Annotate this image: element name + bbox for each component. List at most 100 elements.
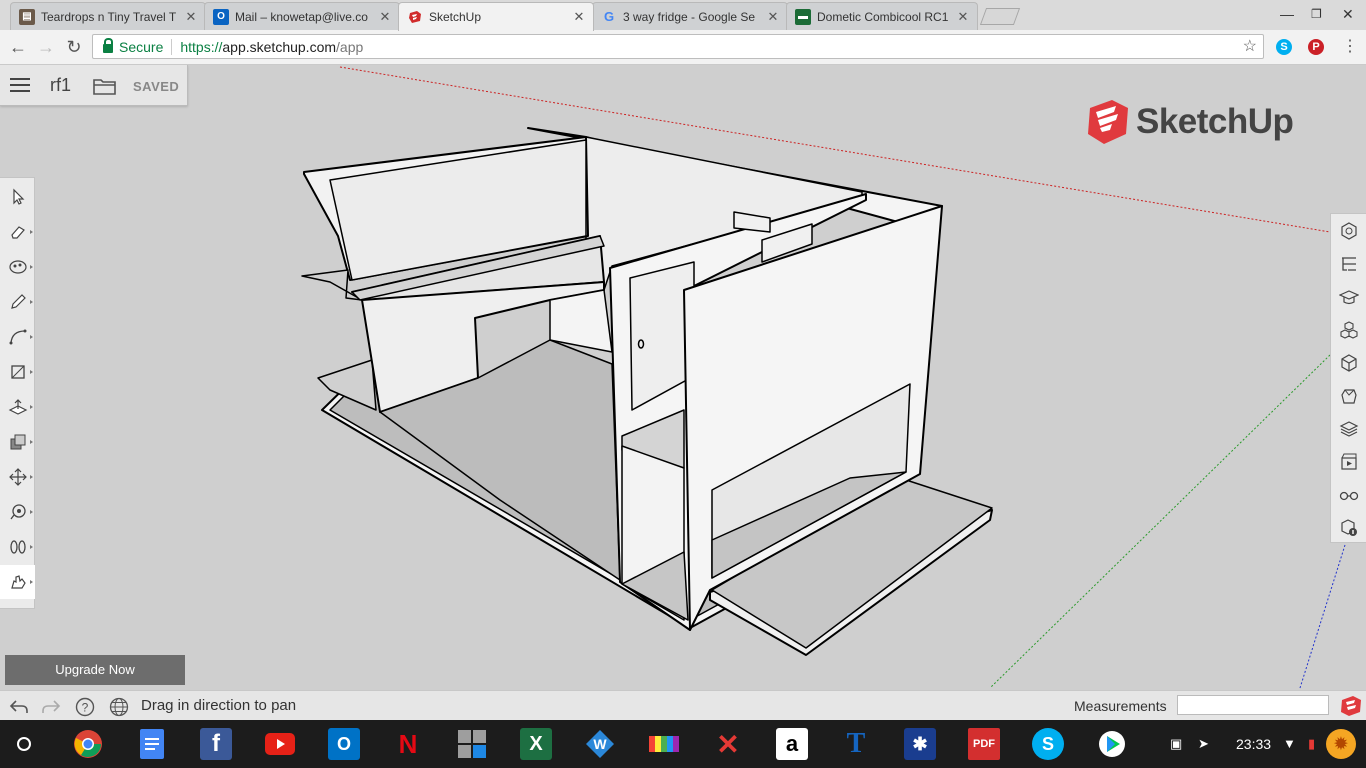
color-bars-icon[interactable] bbox=[648, 728, 680, 760]
status-hint: Drag in direction to pan bbox=[141, 697, 297, 714]
snowflake-app-icon[interactable]: ✱ bbox=[904, 728, 936, 760]
google-favicon-icon: G bbox=[603, 9, 615, 24]
google-docs-icon[interactable] bbox=[136, 728, 168, 760]
cast-tray-icon[interactable]: ➤ bbox=[1198, 736, 1209, 752]
back-icon[interactable]: ← bbox=[8, 37, 28, 57]
wunderlist-icon[interactable]: W bbox=[584, 728, 616, 760]
skype-icon[interactable]: S bbox=[1032, 728, 1064, 760]
instructor-icon bbox=[1339, 289, 1359, 304]
tab-google[interactable]: G 3 way fridge - Google Se ✕ bbox=[592, 2, 788, 30]
reload-icon[interactable]: ↻ bbox=[64, 37, 84, 57]
pan-tool[interactable] bbox=[0, 565, 35, 599]
select-tool[interactable] bbox=[0, 180, 35, 214]
close-tab-icon[interactable]: ✕ bbox=[183, 9, 199, 25]
layers-button[interactable] bbox=[1331, 412, 1366, 445]
youtube-icon[interactable] bbox=[264, 728, 296, 760]
tab-mail[interactable]: O Mail – knowetap@live.co ✕ bbox=[204, 2, 400, 30]
restore-icon[interactable]: ❐ bbox=[1311, 7, 1322, 21]
url-host: app.sketchup.com bbox=[222, 38, 337, 55]
excel-icon[interactable]: X bbox=[520, 728, 552, 760]
pdf-icon[interactable]: PDF bbox=[968, 728, 1000, 760]
push-pull-tool[interactable] bbox=[0, 390, 35, 424]
right-panel-palette bbox=[1330, 213, 1366, 543]
display-button[interactable] bbox=[1331, 478, 1366, 511]
offset-tool[interactable] bbox=[0, 425, 35, 459]
browser-toolbar: ← → ↻ Secure https:// app.sketchup.com /… bbox=[0, 30, 1366, 65]
skype-extension-icon[interactable]: S bbox=[1276, 39, 1292, 55]
folder-icon[interactable] bbox=[93, 76, 117, 101]
move-tool[interactable] bbox=[0, 460, 35, 494]
launcher-icon[interactable] bbox=[8, 728, 40, 760]
clock[interactable]: 23:33 bbox=[1236, 736, 1271, 752]
pan-icon bbox=[10, 575, 26, 589]
eraser-tool[interactable] bbox=[0, 215, 35, 249]
tab-sketchup[interactable]: SketchUp ✕ bbox=[398, 2, 594, 31]
entity-info-button[interactable] bbox=[1331, 214, 1366, 247]
minimize-icon[interactable]: — bbox=[1280, 6, 1294, 22]
user-avatar-icon[interactable]: ✹ bbox=[1326, 729, 1356, 759]
line-tool[interactable] bbox=[0, 285, 35, 319]
bookmark-star-icon[interactable]: ☆ bbox=[1243, 36, 1257, 56]
undo-icon[interactable] bbox=[8, 696, 30, 718]
materials-icon bbox=[1341, 353, 1357, 372]
wifi-icon[interactable]: ▼ bbox=[1283, 736, 1296, 751]
upgrade-now-button[interactable]: Upgrade Now bbox=[5, 655, 185, 685]
outliner-button[interactable] bbox=[1331, 247, 1366, 280]
tape-measure-tool[interactable] bbox=[0, 495, 35, 529]
close-tab-icon[interactable]: ✕ bbox=[765, 9, 781, 25]
styles-button[interactable] bbox=[1331, 379, 1366, 412]
tab-title: SketchUp bbox=[429, 10, 482, 24]
components-button[interactable] bbox=[1331, 313, 1366, 346]
measurements-input[interactable] bbox=[1177, 695, 1329, 715]
new-tab-button[interactable] bbox=[979, 8, 1021, 25]
chrome-menu-icon[interactable]: ⋮ bbox=[1340, 37, 1360, 57]
url-scheme: https:// bbox=[180, 38, 223, 55]
close-window-icon[interactable]: ✕ bbox=[1342, 6, 1354, 23]
model-info-icon bbox=[1341, 518, 1357, 536]
close-tab-icon[interactable]: ✕ bbox=[955, 9, 971, 25]
scenes-button[interactable] bbox=[1331, 445, 1366, 478]
paint-bucket-tool[interactable] bbox=[0, 250, 35, 284]
address-bar[interactable]: Secure https:// app.sketchup.com /app ☆ bbox=[92, 34, 1264, 59]
rectangle-tool[interactable] bbox=[0, 355, 35, 389]
pinterest-extension-icon[interactable]: P bbox=[1308, 39, 1324, 55]
battery-icon[interactable]: ▮ bbox=[1308, 736, 1315, 752]
instructor-button[interactable] bbox=[1331, 280, 1366, 313]
model-info-button[interactable] bbox=[1331, 511, 1366, 544]
divider bbox=[171, 38, 173, 55]
tab-strip: ▤ Teardrops n Tiny Travel T ✕ O Mail – k… bbox=[0, 0, 1366, 31]
3d-model-canvas[interactable] bbox=[0, 65, 1366, 690]
sketchup-favicon-icon bbox=[407, 9, 423, 25]
pencil-line-icon bbox=[10, 294, 26, 309]
red-app-icon[interactable]: ✕ bbox=[712, 728, 744, 760]
entity-info-icon bbox=[1341, 221, 1357, 240]
chrome-icon[interactable] bbox=[72, 728, 104, 760]
walk-icon bbox=[9, 540, 26, 554]
outlook-icon[interactable]: O bbox=[328, 728, 360, 760]
globe-icon[interactable] bbox=[108, 696, 130, 718]
close-tab-icon[interactable]: ✕ bbox=[571, 9, 587, 25]
walk-tool[interactable] bbox=[0, 530, 35, 564]
amazon-icon[interactable]: a bbox=[776, 728, 808, 760]
arc-tool[interactable] bbox=[0, 320, 35, 354]
push-pull-icon bbox=[8, 399, 27, 415]
svg-text:W: W bbox=[593, 736, 607, 752]
help-icon[interactable]: ? bbox=[74, 696, 96, 718]
forward-icon[interactable]: → bbox=[36, 37, 56, 57]
tab-teardrops[interactable]: ▤ Teardrops n Tiny Travel T ✕ bbox=[10, 2, 206, 30]
screenshot-tray-icon[interactable]: ▣ bbox=[1170, 736, 1182, 752]
t-app-icon[interactable]: T bbox=[840, 728, 872, 760]
close-tab-icon[interactable]: ✕ bbox=[377, 9, 393, 25]
facebook-icon[interactable]: f bbox=[200, 728, 232, 760]
calculator-icon[interactable] bbox=[456, 728, 488, 760]
play-store-icon[interactable] bbox=[1096, 728, 1128, 760]
scenes-icon bbox=[1341, 453, 1357, 470]
redo-icon[interactable] bbox=[40, 696, 62, 718]
tab-dometic[interactable]: ▬ Dometic Combicool RC1 ✕ bbox=[786, 2, 978, 30]
modeling-viewport[interactable]: rf1 SAVED SketchUp Upgrade Now bbox=[0, 65, 1366, 690]
sketchup-logo-icon bbox=[1088, 100, 1128, 144]
materials-button[interactable] bbox=[1331, 346, 1366, 379]
file-name[interactable]: rf1 bbox=[50, 75, 71, 96]
netflix-icon[interactable]: N bbox=[392, 728, 424, 760]
hamburger-menu-icon[interactable] bbox=[10, 78, 30, 92]
